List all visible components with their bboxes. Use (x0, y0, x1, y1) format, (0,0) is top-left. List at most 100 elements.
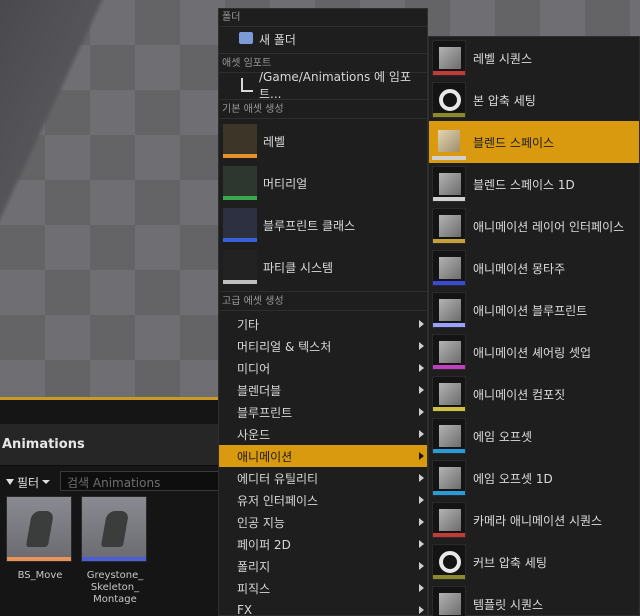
menu-item-label: 인공 지능 (237, 515, 285, 530)
filter-icon (6, 479, 14, 485)
menu-item-label: 기타 (237, 317, 260, 332)
submenu-item[interactable]: 에임 오프셋 1D (429, 457, 639, 499)
menu-item-category[interactable]: 블루프린트 (219, 401, 427, 423)
menu-item-category[interactable]: 피직스 (219, 577, 427, 599)
asset-tile-greystone-montage[interactable]: Greystone_ Skeleton_ Montage (81, 496, 149, 606)
menu-item-label: 페이퍼 2D (237, 537, 291, 552)
submenu-item[interactable]: 카메라 애니메이션 시퀀스 (429, 499, 639, 541)
submenu-item-label: 커브 압축 세팅 (473, 555, 547, 570)
chevron-right-icon (419, 540, 424, 548)
submenu-item-label: 애니메이션 블루프린트 (473, 303, 588, 318)
menu-item-category[interactable]: 미디어 (219, 357, 427, 379)
menu-item-category[interactable]: 인공 지능 (219, 511, 427, 533)
chevron-right-icon (419, 496, 424, 504)
menu-item-category[interactable]: 유저 인터페이스 (219, 489, 427, 511)
ring-icon (432, 82, 466, 118)
chevron-right-icon (419, 430, 424, 438)
anim-blueprint-icon (432, 292, 466, 328)
menu-item-label: 새 폴더 (259, 32, 296, 47)
menu-item-label: 머티리얼 & 텍스처 (237, 339, 332, 354)
submenu-item-label: 애니메이션 몽타주 (473, 261, 566, 276)
template-sequence-icon (432, 586, 466, 616)
submenu-item[interactable]: 애니메이션 컴포짓 (429, 373, 639, 415)
submenu-item-label: 본 압축 세팅 (473, 93, 536, 108)
menu-item-category[interactable]: 폴리지 (219, 555, 427, 577)
submenu-item-label: 에임 오프셋 1D (473, 471, 553, 486)
submenu-item[interactable]: 애니메이션 레이어 인터페이스 (429, 205, 639, 247)
menu-item-category[interactable]: 에디터 유틸리티 (219, 467, 427, 489)
submenu-item-label: 에임 오프셋 (473, 429, 533, 444)
submenu-item-label: 애니메이션 셰어링 셋업 (473, 345, 592, 360)
menu-item-label: /Game/Animations 에 임포트... (259, 70, 411, 101)
submenu-item[interactable]: 블렌드 스페이스 1D (429, 163, 639, 205)
menu-item-label: 파티클 시스템 (263, 260, 334, 275)
chevron-right-icon (419, 452, 424, 460)
submenu-item[interactable]: 블렌드 스페이스 (429, 121, 639, 163)
context-menu: 폴더 새 폴더 애셋 임포트 /Game/Animations 에 임포트...… (218, 8, 428, 616)
particle-icon (223, 250, 257, 284)
submenu-item[interactable]: 템플릿 시퀀스 (429, 583, 639, 616)
menu-item-label: FX (237, 603, 253, 616)
folder-plus-icon (239, 32, 253, 44)
filter-label: 필터 (17, 475, 40, 490)
layer-interface-icon (432, 208, 466, 244)
chevron-right-icon (419, 584, 424, 592)
chevron-right-icon (419, 320, 424, 328)
menu-item-label: 블렌더블 (237, 383, 282, 398)
blend-space-1d-icon (432, 166, 466, 202)
clapper-icon (432, 40, 466, 76)
menu-item-label: 피직스 (237, 581, 271, 596)
menu-item-label: 블루프린트 클래스 (263, 218, 356, 233)
menu-item-particle-system[interactable]: 파티클 시스템 (219, 247, 427, 287)
aim-offset-1d-icon (432, 460, 466, 496)
material-icon (223, 166, 257, 200)
menu-item-label: 에디터 유틸리티 (237, 471, 319, 486)
asset-thumbnail (6, 496, 72, 562)
submenu-item[interactable]: 애니메이션 몽타주 (429, 247, 639, 289)
menu-item-new-folder[interactable]: 새 폴더 (219, 27, 427, 51)
menu-item-import[interactable]: /Game/Animations 에 임포트... (219, 70, 427, 101)
section-advanced: 고급 에셋 생성 (219, 293, 427, 311)
curve-compression-icon (432, 544, 466, 580)
menu-item-category[interactable]: 기타 (219, 313, 427, 335)
section-folder: 폴더 (219, 9, 427, 27)
submenu-item[interactable]: 본 압축 세팅 (429, 79, 639, 121)
menu-item-category[interactable]: 머티리얼 & 텍스처 (219, 335, 427, 357)
filter-button[interactable]: 필터 (6, 473, 51, 491)
camera-sequence-icon (432, 502, 466, 538)
menu-item-category[interactable]: 페이퍼 2D (219, 533, 427, 555)
menu-item-material[interactable]: 머티리얼 (219, 163, 427, 203)
animation-submenu: 레벨 시퀀스본 압축 세팅블렌드 스페이스블렌드 스페이스 1D 애니메이션 레이… (428, 36, 640, 616)
chevron-right-icon (419, 386, 424, 394)
menu-item-label: 유저 인터페이스 (237, 493, 319, 508)
submenu-item-label: 애니메이션 레이어 인터페이스 (473, 219, 625, 234)
submenu-item-label: 애니메이션 컴포짓 (473, 387, 566, 402)
submenu-item-label: 카메라 애니메이션 시퀀스 (473, 513, 603, 528)
asset-tile-bs-move[interactable]: BS_Move (6, 496, 74, 582)
menu-item-level[interactable]: 레벨 (219, 121, 427, 161)
chevron-right-icon (419, 518, 424, 526)
submenu-item-label: 템플릿 시퀀스 (473, 597, 544, 612)
chevron-right-icon (419, 342, 424, 350)
asset-thumbnail (81, 496, 147, 562)
chevron-right-icon (419, 606, 424, 614)
content-browser-title: Animations (2, 437, 85, 452)
search-input[interactable]: 검색 Animations (60, 471, 220, 491)
menu-item-label: 머티리얼 (263, 176, 308, 191)
menu-item-category[interactable]: 블렌더블 (219, 379, 427, 401)
submenu-item[interactable]: 레벨 시퀀스 (429, 37, 639, 79)
menu-item-blueprint-class[interactable]: 블루프린트 클래스 (219, 205, 427, 245)
menu-item-category[interactable]: 사운드 (219, 423, 427, 445)
montage-icon (432, 250, 466, 286)
menu-item-category[interactable]: FX (219, 599, 427, 616)
level-icon (223, 124, 257, 158)
submenu-item[interactable]: 커브 압축 세팅 (429, 541, 639, 583)
submenu-item[interactable]: 애니메이션 셰어링 셋업 (429, 331, 639, 373)
submenu-item-label: 블렌드 스페이스 1D (473, 177, 575, 192)
menu-item-category[interactable]: 애니메이션 (219, 445, 427, 467)
submenu-item[interactable]: 애니메이션 블루프린트 (429, 289, 639, 331)
chevron-right-icon (419, 562, 424, 570)
menu-item-label: 블루프린트 (237, 405, 293, 420)
chevron-right-icon (419, 408, 424, 416)
submenu-item[interactable]: 에임 오프셋 (429, 415, 639, 457)
